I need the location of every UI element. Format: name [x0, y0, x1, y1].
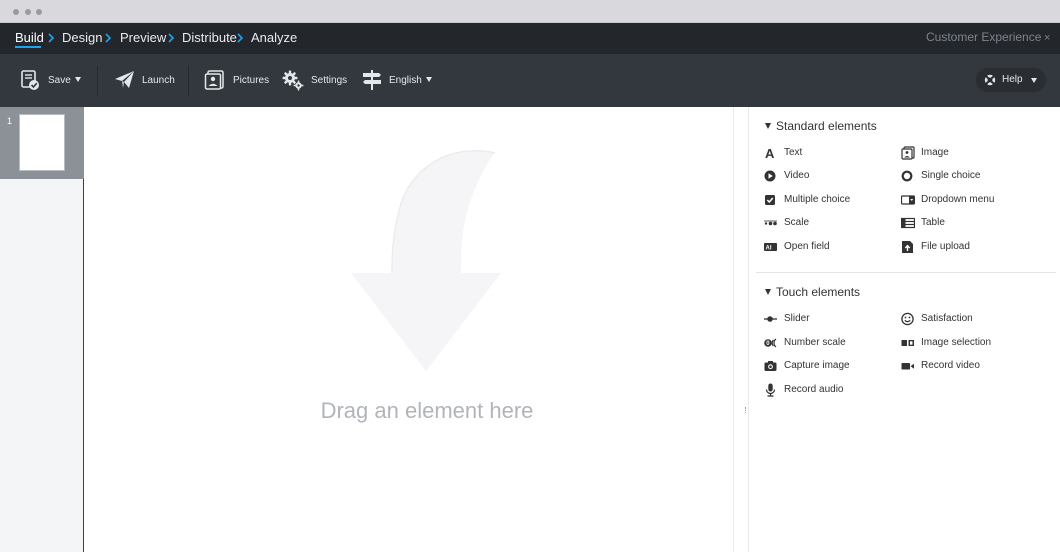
record-video-icon: [901, 363, 914, 370]
satisfaction-icon: [901, 312, 914, 326]
chevron-down-icon: [1031, 78, 1037, 83]
element-label: Multiple choice: [784, 194, 851, 205]
element-label: Record video: [921, 360, 980, 371]
element-label: Image selection: [921, 337, 992, 348]
triangle-down-icon: [765, 123, 771, 129]
window-dot-icon: [36, 9, 42, 15]
element-label: Dropdown menu: [921, 194, 995, 205]
lifebuoy-icon: [984, 74, 996, 86]
launch-label: Launch: [142, 75, 175, 86]
open-field-icon: AI: [764, 243, 777, 252]
window-titlebar: [0, 0, 1060, 23]
nav-step-build[interactable]: Build: [15, 23, 44, 54]
number-scale-icon: 0: [764, 338, 777, 348]
image-icon: [901, 146, 915, 160]
survey-canvas[interactable]: Drag an element here: [85, 107, 733, 552]
element-label: File upload: [921, 241, 970, 252]
element-label: Single choice: [921, 170, 981, 181]
close-icon[interactable]: ×: [1044, 23, 1050, 53]
save-icon: [21, 70, 39, 90]
chevron-down-icon: [74, 77, 81, 82]
save-button[interactable]: Save: [20, 54, 84, 107]
panel-resize-handle[interactable]: [733, 107, 749, 552]
image-selection-icon: [901, 340, 914, 346]
window-dot-icon: [13, 9, 19, 15]
page-number: 1: [7, 116, 13, 126]
nav-step-design[interactable]: Design: [62, 23, 102, 54]
multiple-choice-icon: [765, 195, 775, 205]
element-label: Image: [921, 147, 949, 158]
svg-text:AI: AI: [766, 246, 772, 252]
drop-zone-hint: Drag an element here: [320, 398, 534, 423]
chevron-down-icon: [425, 77, 432, 82]
nav-step-distribute[interactable]: Distribute: [182, 23, 237, 54]
element-label: Satisfaction: [921, 313, 973, 324]
microphone-icon: [765, 383, 776, 397]
active-step-indicator: [15, 46, 41, 48]
paper-plane-icon: [115, 71, 134, 88]
nav-step-analyze[interactable]: Analyze: [251, 23, 297, 54]
page-thumbnail-list: 1: [0, 107, 84, 552]
help-button[interactable]: Help: [976, 68, 1046, 92]
launch-button[interactable]: Launch: [114, 54, 176, 107]
standard-elements-header[interactable]: Standard elements: [765, 119, 877, 133]
toolbar-divider: [188, 66, 189, 96]
pictures-icon: [204, 70, 224, 90]
language-dropdown[interactable]: English: [362, 54, 434, 107]
dropdown-icon: [901, 195, 915, 205]
svg-text:A: A: [765, 146, 775, 160]
resize-grip-icon: [745, 407, 747, 413]
toolbar-divider: [97, 66, 98, 96]
settings-button[interactable]: Settings: [282, 54, 348, 107]
table-icon: [901, 217, 915, 229]
single-choice-icon: [901, 170, 913, 182]
pictures-button[interactable]: Pictures: [204, 54, 270, 107]
pictures-label: Pictures: [233, 75, 270, 86]
element-label: Table: [921, 217, 945, 228]
drop-arrow-icon: [351, 150, 501, 371]
main-toolbar: Save Launch Pictures Settings English: [0, 54, 1060, 107]
element-label: Video: [784, 170, 810, 181]
element-label: Number scale: [784, 337, 846, 348]
language-label: English: [389, 75, 422, 86]
text-icon: A: [765, 146, 775, 160]
chevron-right-icon: [105, 33, 112, 43]
page-thumbnail-selected[interactable]: 1: [0, 107, 84, 179]
chevron-right-icon: [48, 33, 55, 43]
elements-panel: Standard elements A Text Video Multiple …: [750, 107, 1060, 552]
page-preview[interactable]: [19, 114, 65, 171]
element-label: Capture image: [784, 360, 850, 371]
save-label: Save: [48, 75, 71, 86]
signpost-icon: [363, 70, 381, 90]
element-label: Record audio: [784, 384, 844, 395]
triangle-down-icon: [765, 289, 771, 295]
gear-icon: [282, 70, 304, 91]
element-label: Text: [784, 147, 803, 158]
element-label: Scale: [784, 217, 810, 228]
section-divider: [756, 272, 1056, 273]
camera-icon: [764, 361, 777, 371]
chevron-right-icon: [168, 33, 175, 43]
touch-elements-header[interactable]: Touch elements: [765, 285, 860, 299]
slider-icon: [764, 316, 777, 322]
workflow-nav: Build Design Preview Distribute Analyze …: [0, 23, 1060, 54]
video-icon: [764, 170, 776, 182]
file-upload-icon: [902, 241, 913, 253]
settings-label: Settings: [311, 75, 348, 86]
element-label: Slider: [784, 313, 810, 324]
product-name: Customer Experience: [926, 30, 1042, 44]
scale-icon: [764, 220, 777, 226]
window-dot-icon: [25, 9, 31, 15]
element-label: Open field: [784, 241, 830, 252]
touch-elements-title: Touch elements: [776, 285, 861, 299]
help-label: Help: [1002, 74, 1023, 85]
nav-step-preview[interactable]: Preview: [120, 23, 166, 54]
standard-elements-title: Standard elements: [776, 119, 877, 133]
chevron-right-icon: [237, 33, 244, 43]
